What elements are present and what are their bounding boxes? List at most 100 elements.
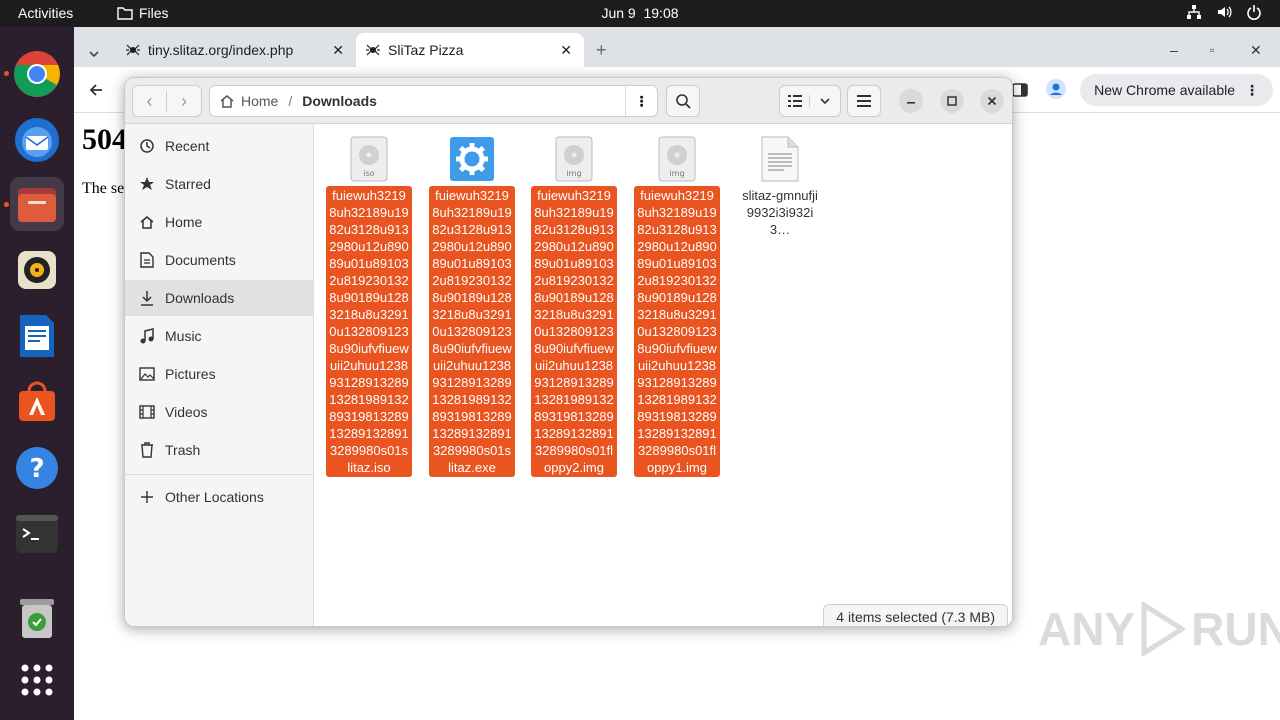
back-arrow-icon[interactable] — [88, 82, 104, 98]
network-icon[interactable] — [1186, 4, 1202, 20]
path-bar[interactable]: Home / Downloads ⋮ — [209, 85, 658, 117]
path-menu-button[interactable]: ⋮ — [625, 86, 657, 116]
new-tab-button[interactable]: + — [596, 33, 607, 67]
clock: Jun 9 19:08 — [0, 5, 1280, 21]
tab-slitaz-pizza[interactable]: SliTaz Pizza ✕ — [356, 33, 584, 67]
sidebar-item-trash[interactable]: Trash — [125, 432, 314, 468]
maximize-icon — [947, 96, 957, 106]
sidebar-item-label: Documents — [165, 252, 236, 268]
more-menu-icon[interactable]: ⋮ — [1245, 82, 1259, 99]
file-name: fuiewuh32198uh32189u1982u3128u9132980u12… — [531, 186, 617, 477]
sidebar-item-label: Trash — [165, 442, 201, 458]
headerbar: ‹ › Home / Downloads ⋮ — [125, 78, 1012, 124]
tab-strip: tiny.slitaz.org/index.php ✕ SliTaz Pizza… — [74, 27, 1280, 67]
file-item[interactable]: fuiewuh32198uh32189u1982u3128u9132980u12… — [429, 132, 515, 477]
forward-button[interactable]: › — [167, 91, 201, 112]
dock-software[interactable] — [10, 375, 64, 429]
maximize-button[interactable] — [940, 89, 964, 113]
view-toggle — [779, 85, 841, 117]
sidebar-item-label: Downloads — [165, 290, 235, 306]
activities-button[interactable]: Activities — [18, 5, 73, 21]
file-item[interactable]: img fuiewuh32198uh32189u1982u3128u913298… — [634, 132, 720, 477]
video-icon — [138, 405, 156, 419]
minimize-button[interactable] — [899, 89, 923, 113]
sidebar-item-label: Videos — [165, 404, 208, 420]
path-home[interactable]: Home — [241, 93, 278, 109]
search-button[interactable] — [666, 85, 700, 117]
tab-close-icon[interactable]: ✕ — [560, 42, 572, 59]
volume-icon[interactable] — [1216, 4, 1232, 20]
sidebar-item-label: Music — [165, 328, 202, 344]
file-item[interactable]: img fuiewuh32198uh32189u1982u3128u913298… — [531, 132, 617, 477]
clock-time[interactable]: 19:08 — [643, 5, 678, 21]
sidebar-item-label: Other Locations — [165, 489, 264, 505]
home-icon — [138, 214, 156, 230]
sidebar-item-downloads[interactable]: Downloads — [125, 280, 314, 316]
grid-icon — [21, 664, 53, 696]
tab-label: SliTaz Pizza — [388, 42, 464, 58]
anyrun-watermark: ANY RUN — [1038, 602, 1280, 656]
file-grid: iso fuiewuh32198uh32189u1982u3128u913298… — [314, 124, 1012, 626]
file-name: fuiewuh32198uh32189u1982u3128u9132980u12… — [326, 186, 412, 477]
back-button[interactable]: ‹ — [133, 90, 168, 112]
app-menu[interactable]: Files — [117, 5, 169, 21]
close-icon[interactable]: ✕ — [1250, 33, 1262, 67]
plus-icon — [138, 490, 156, 504]
list-view-button[interactable] — [780, 95, 811, 107]
sidebar-item-pictures[interactable]: Pictures — [125, 356, 314, 392]
file-name: fuiewuh32198uh32189u1982u3128u9132980u12… — [634, 186, 720, 477]
sidebar-divider — [125, 474, 314, 475]
system-tray[interactable] — [1186, 4, 1262, 20]
file-type-label: img — [669, 169, 684, 178]
hamburger-icon — [857, 95, 871, 107]
sidepanel-icon[interactable] — [1011, 81, 1029, 99]
file-name: slitaz-gmnufji9932i3i932i3… — [742, 188, 818, 237]
sidebar-item-recent[interactable]: Recent — [125, 128, 314, 164]
dock-help[interactable]: ? — [10, 441, 64, 495]
sidebar-item-videos[interactable]: Videos — [125, 394, 314, 430]
dock: ? — [0, 27, 74, 720]
power-icon[interactable] — [1246, 4, 1262, 20]
dock-files[interactable] — [10, 177, 64, 231]
update-label: New Chrome available — [1094, 82, 1235, 98]
sidebar-item-other-locations[interactable]: Other Locations — [125, 479, 314, 515]
dock-thunderbird[interactable] — [10, 113, 64, 167]
page-text: The se — [82, 180, 125, 197]
tab-close-icon[interactable]: ✕ — [332, 42, 344, 59]
update-chrome-button[interactable]: New Chrome available ⋮ — [1080, 74, 1273, 106]
file-item[interactable]: slitaz-gmnufji9932i3i932i3… — [737, 132, 823, 239]
minimize-icon[interactable]: – — [1170, 33, 1178, 67]
dock-trash[interactable] — [10, 591, 64, 645]
sidebar-item-starred[interactable]: Starred — [125, 166, 314, 202]
star-icon — [138, 176, 156, 192]
file-name: fuiewuh32198uh32189u1982u3128u9132980u12… — [429, 186, 515, 477]
tab-slitaz-index[interactable]: tiny.slitaz.org/index.php ✕ — [118, 33, 354, 67]
close-button[interactable] — [980, 89, 1004, 113]
app-name: Files — [139, 5, 169, 21]
path-downloads[interactable]: Downloads — [302, 93, 377, 109]
clock-date[interactable]: Jun 9 — [601, 5, 635, 21]
show-apps-button[interactable] — [10, 653, 64, 707]
chevron-down-icon — [820, 98, 830, 105]
dock-terminal[interactable] — [10, 507, 64, 561]
sidebar-item-music[interactable]: Music — [125, 318, 314, 354]
music-icon — [138, 328, 156, 344]
trash-bin-icon — [20, 599, 54, 638]
dock-rhythmbox[interactable] — [10, 243, 64, 297]
executable-gear-icon — [429, 132, 515, 182]
file-item[interactable]: iso fuiewuh32198uh32189u1982u3128u913298… — [326, 132, 412, 477]
sidebar-item-home[interactable]: Home — [125, 204, 314, 240]
dock-writer[interactable] — [10, 309, 64, 363]
close-icon — [987, 96, 997, 106]
restore-icon[interactable]: ▫ — [1210, 33, 1214, 67]
running-indicator — [4, 71, 9, 76]
view-options-button[interactable] — [810, 95, 840, 107]
main-menu-button[interactable] — [847, 85, 881, 117]
disc-image-icon: iso — [326, 132, 412, 182]
profile-avatar-icon[interactable] — [1046, 79, 1066, 99]
tab-search-button[interactable] — [88, 37, 100, 71]
svg-text:?: ? — [29, 454, 44, 484]
dock-chrome[interactable] — [10, 47, 64, 101]
sidebar-item-documents[interactable]: Documents — [125, 242, 314, 278]
disc-image-icon: img — [634, 132, 720, 182]
